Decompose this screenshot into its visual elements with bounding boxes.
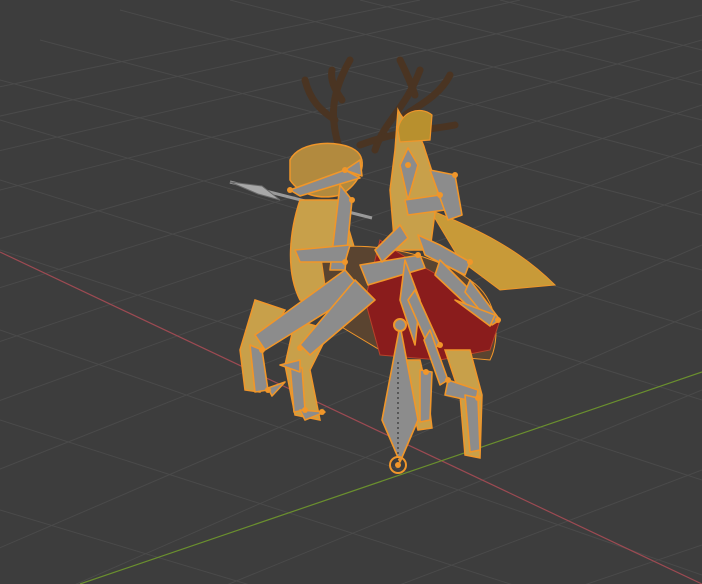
viewport-canvas[interactable] — [0, 0, 702, 584]
3d-viewport[interactable] — [0, 0, 702, 584]
